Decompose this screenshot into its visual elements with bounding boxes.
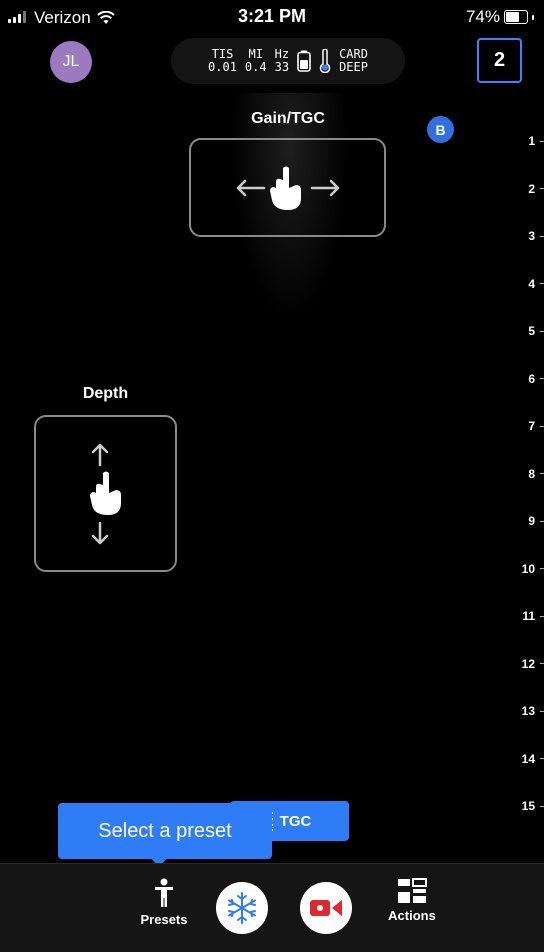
depth-tick-label: 15 <box>521 799 535 813</box>
battery-icon <box>504 10 528 24</box>
depth-tick-label: 13 <box>521 704 535 718</box>
depth-tick-label: 2 <box>528 181 535 196</box>
param-mi-value: 0.4 <box>244 60 267 74</box>
depth-tick: 11 <box>522 609 544 623</box>
avatar[interactable]: JL <box>50 41 92 83</box>
clock: 3:21 PM <box>237 6 307 26</box>
depth-tick: 2 <box>528 182 544 196</box>
depth-tick-label: 1 <box>528 134 535 148</box>
ultrasound-image-area[interactable]: Gain/TGC B Depth 1 2 3 4 5 6 7 8 9 10 11 12 13 14 15 <box>0 93 544 863</box>
snowflake-icon <box>228 892 256 924</box>
depth-tick-label: 11 <box>522 609 535 623</box>
param-tis-value: 0.01 <box>208 60 237 74</box>
param-tis: TIS 0.01 <box>208 48 237 74</box>
gain-gesture-box <box>189 138 386 237</box>
preset-indicator: CARD DEEP <box>339 48 368 74</box>
status-bar: Verizon 3:21 PM 74% <box>0 0 544 34</box>
b-mode-badge[interactable]: B <box>427 116 454 143</box>
battery-indicator: 74% <box>466 7 534 27</box>
battery-percent: 74% <box>465 7 500 26</box>
bottom-toolbar: Presets Actions <box>0 863 544 952</box>
depth-tick-label: 8 <box>528 466 535 481</box>
depth-tick: 6 <box>528 372 544 386</box>
vertical-swipe-hand-icon <box>90 443 121 545</box>
depth-tick-label: 12 <box>521 656 535 671</box>
depth-tick: 10 <box>522 562 544 576</box>
depth-tick: 4 <box>528 277 544 291</box>
depth-gesture-box <box>34 415 177 572</box>
video-icon <box>310 900 342 916</box>
depth-tick: 14 <box>522 752 544 766</box>
depth-tick: 1 <box>528 134 544 148</box>
depth-tick: 3 <box>528 229 544 243</box>
probe-battery-icon <box>297 50 311 72</box>
depth-tick-label: 10 <box>521 561 535 576</box>
depth-tick: 7 <box>528 419 544 433</box>
gain-tgc-label: Gain/TGC <box>251 110 325 127</box>
tooltip-text: Select a preset <box>98 819 232 842</box>
record-button[interactable] <box>300 882 352 934</box>
param-hz-value: 33 <box>274 60 290 74</box>
depth-tick-label: 3 <box>528 229 535 243</box>
depth-tick-label: 5 <box>528 324 535 338</box>
thermometer-icon <box>319 49 331 73</box>
probe-count: 2 <box>493 49 506 71</box>
preset-line2: DEEP <box>339 60 368 74</box>
depth-tick-label: 4 <box>528 276 535 291</box>
avatar-initials: JL <box>62 53 80 70</box>
presets-button[interactable]: Presets <box>132 878 196 927</box>
b-mode-label: B <box>435 121 446 138</box>
horizontal-swipe-hand-icon <box>236 166 340 210</box>
acoustic-params-pill[interactable]: TIS 0.01 MI 0.4 Hz 33 CARD DEEP <box>171 38 405 84</box>
depth-tick-label: 14 <box>521 751 535 766</box>
depth-tick: 8 <box>528 467 544 481</box>
actions-button[interactable]: Actions <box>378 878 446 923</box>
presets-label: Presets <box>140 912 188 927</box>
depth-tick: 15 <box>522 799 544 813</box>
depth-tick: 13 <box>522 704 544 718</box>
tgc-label: TGC <box>279 812 312 830</box>
depth-tick: 12 <box>522 657 544 671</box>
select-preset-tooltip[interactable]: Select a preset <box>58 803 272 859</box>
probe-count-button[interactable]: 2 <box>477 38 522 83</box>
freeze-button[interactable] <box>216 882 268 934</box>
person-icon <box>155 878 173 907</box>
depth-tick-label: 6 <box>528 371 535 386</box>
depth-tick-label: 9 <box>528 514 535 528</box>
depth-label: Depth <box>82 385 129 402</box>
depth-tick-label: 7 <box>528 419 535 433</box>
param-hz: Hz 33 <box>275 48 289 74</box>
grid-icon <box>398 878 427 903</box>
depth-tick: 5 <box>528 324 544 338</box>
param-mi: MI 0.4 <box>245 48 267 74</box>
depth-tick: 9 <box>528 514 544 528</box>
actions-label: Actions <box>388 908 436 923</box>
